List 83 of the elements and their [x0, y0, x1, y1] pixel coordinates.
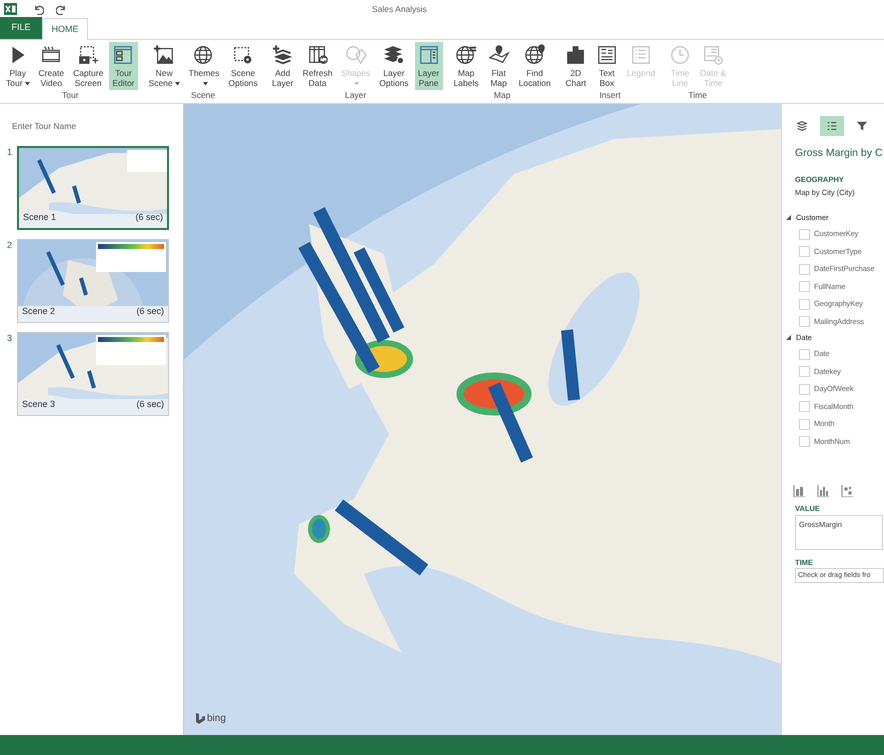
camera-icon — [77, 44, 100, 66]
ribbon-button[interactable]: 2D Chart — [562, 42, 590, 90]
ribbon-tab[interactable]: HOME — [42, 18, 88, 40]
ribbon-button[interactable]: Scene Options — [225, 42, 261, 90]
ribbon-button[interactable]: Refresh Data — [300, 42, 336, 90]
scene-name: Scene 3 — [22, 398, 56, 410]
ribbon-button[interactable]: Add Layer — [268, 42, 297, 90]
ribbon-button[interactable]: Capture Screen — [70, 42, 106, 90]
image-icon — [153, 44, 176, 66]
group-label: Map — [494, 90, 510, 100]
scene-name: Scene 2 — [22, 304, 56, 318]
file-tab[interactable]: FILE — [0, 17, 42, 39]
expand-icon[interactable] — [786, 215, 791, 220]
stacked-column-icon[interactable] — [793, 485, 805, 498]
scene-card[interactable]: Scene 3 (6 sec) — [17, 332, 169, 416]
layer-title: Gross Margin by C — [795, 146, 883, 161]
layers-icon — [382, 44, 405, 66]
ribbon-button[interactable]: Themes — [186, 42, 222, 90]
redo-icon[interactable] — [56, 4, 67, 14]
checkbox[interactable] — [799, 366, 810, 377]
window-icon — [112, 44, 134, 66]
checkbox[interactable] — [799, 401, 810, 412]
tour-name-field[interactable]: Enter Tour Name — [12, 118, 162, 134]
ribbon-button[interactable]: Text Box — [592, 42, 621, 90]
checkbox[interactable] — [799, 418, 810, 430]
scene-number: 2 — [6, 239, 14, 251]
list-icon — [630, 44, 652, 66]
table-icon — [306, 44, 329, 66]
ribbon-button[interactable]: Flat Map — [484, 42, 513, 90]
logo-icon — [196, 713, 205, 724]
checkbox[interactable] — [799, 228, 810, 240]
scene-card[interactable]: Scene 2 (6 sec) — [17, 239, 169, 323]
undo-icon[interactable] — [33, 4, 44, 14]
window-icon — [418, 44, 440, 66]
calendar-clock-icon — [702, 44, 724, 66]
filter-icon — [856, 120, 868, 132]
checkbox[interactable] — [799, 436, 810, 447]
scene-number: 1 — [6, 146, 14, 158]
ribbon-button[interactable]: Find Location — [516, 42, 554, 90]
group-label: Insert — [599, 90, 621, 100]
checkbox[interactable] — [799, 316, 810, 327]
text-box-icon — [596, 44, 618, 66]
expand-icon[interactable] — [786, 335, 791, 340]
scene-duration: (6 sec) — [135, 210, 163, 224]
checkbox[interactable] — [799, 281, 810, 292]
ribbon-button[interactable]: Layer Options — [376, 42, 412, 90]
bubble-icon[interactable] — [841, 485, 853, 498]
ribbon-button[interactable]: Layer Pane — [414, 42, 443, 90]
checkbox[interactable] — [799, 298, 810, 310]
list-icon — [826, 120, 838, 132]
group-label: Scene — [191, 90, 216, 100]
globe-icon — [455, 44, 478, 66]
checkbox[interactable] — [799, 246, 810, 257]
scene-card[interactable]: Scene 1 (6 sec) — [17, 146, 169, 230]
pane-tab[interactable] — [820, 116, 844, 136]
layers-icon — [272, 44, 294, 66]
group-label: Tour — [62, 90, 79, 100]
clock-icon — [669, 44, 692, 66]
window-title: Sales Analysis — [372, 3, 427, 16]
bar-chart-icon — [564, 44, 587, 66]
globe-icon — [193, 44, 215, 66]
app-logo-icon[interactable] — [4, 3, 17, 15]
scene-duration: (6 sec) — [136, 398, 164, 411]
globe-icon — [524, 44, 546, 66]
group-label: Layer — [344, 90, 366, 100]
scene-number: 3 — [6, 332, 14, 344]
shapes-icon — [344, 44, 367, 66]
clustered-column-icon[interactable] — [817, 485, 829, 498]
group-label: Time — [688, 90, 707, 100]
checkbox[interactable] — [799, 384, 810, 394]
gear-icon — [232, 44, 254, 66]
map-pin-icon — [488, 44, 510, 66]
scene-duration: (6 sec) — [136, 304, 164, 318]
checkbox[interactable] — [799, 348, 810, 360]
layers-icon — [796, 120, 808, 132]
ribbon-button[interactable]: New Scene — [146, 42, 183, 90]
ribbon-button[interactable]: Map Labels — [450, 42, 482, 90]
ribbon-button[interactable]: Play Tour — [3, 42, 33, 90]
ribbon-button[interactable]: Tour Editor — [109, 42, 138, 90]
checkbox[interactable] — [799, 264, 810, 274]
scene-name: Scene 1 — [23, 210, 56, 224]
ribbon-button[interactable]: Create Video — [36, 42, 68, 90]
map-attribution: bing — [207, 712, 226, 726]
